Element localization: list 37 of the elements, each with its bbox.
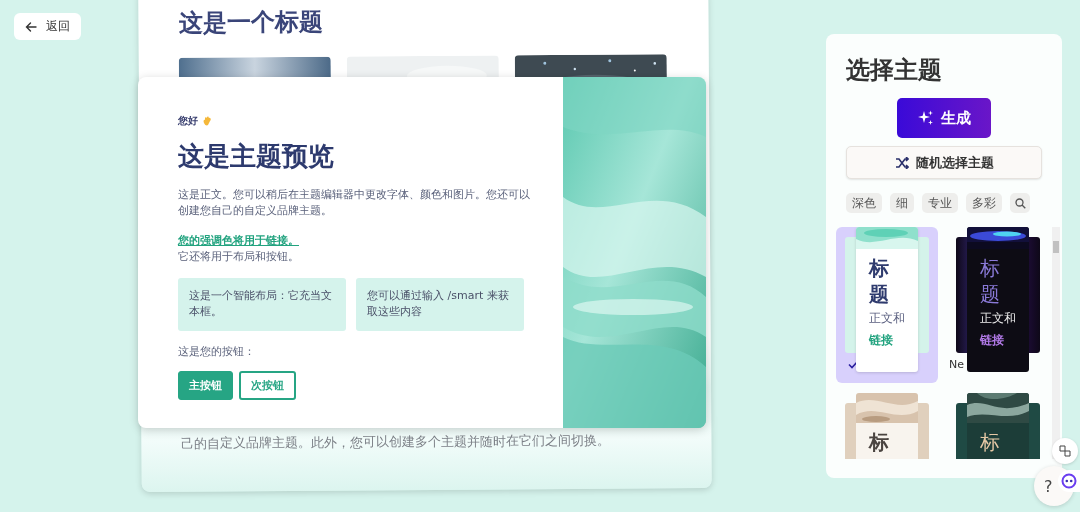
preview-note-text: 它还将用于布局和按钮。 <box>178 249 300 265</box>
back-button[interactable]: 返回 <box>14 13 81 40</box>
theme-name: Ne <box>949 357 964 371</box>
smart-layout-box: 您可以通过输入 /smart 来获取这些内容 <box>356 278 524 331</box>
sample-body-text: 正文和 链接 <box>980 310 1016 349</box>
search-icon <box>1014 197 1026 209</box>
sample-heading: 标题 <box>980 255 1000 307</box>
filter-chip[interactable]: 细 <box>890 193 914 213</box>
translate-button[interactable] <box>1052 438 1078 464</box>
filter-chip[interactable]: 深色 <box>846 193 882 213</box>
filter-chip[interactable]: 专业 <box>922 193 958 213</box>
slide-title: 这是一个标题 <box>178 6 324 38</box>
buttons-label: 这是您的按钮： <box>178 344 256 360</box>
arrow-left-icon <box>25 20 37 33</box>
sample-heading: 标题 <box>869 255 889 307</box>
sample-heading: 标 <box>869 429 889 455</box>
preview-title: 这是主题预览 <box>178 140 335 173</box>
search-button[interactable] <box>1010 193 1030 213</box>
filter-chip[interactable]: 多彩 <box>966 193 1002 213</box>
robot-face-icon <box>1061 473 1077 489</box>
smart-layout-box: 这是一个智能布局：它充当文本框。 <box>178 278 346 331</box>
assistant-button[interactable] <box>1058 470 1080 492</box>
sample-heading: 标 <box>980 429 1000 455</box>
generate-button[interactable]: 生成 <box>897 98 991 138</box>
translate-icon <box>1059 445 1071 457</box>
shuffle-icon <box>894 156 909 169</box>
scrollbar[interactable] <box>1052 227 1060 459</box>
scrollbar-thumb[interactable] <box>1053 241 1059 253</box>
preview-body-text: 这是正文。您可以稍后在主题编辑器中更改字体、颜色和图片。您还可以创建您自己的自定义品牌主题。 <box>178 187 531 219</box>
slide-body-text: 己的自定义品牌主题。此外，您可以创建多个主题并随时在它们之间切换。 <box>181 431 612 453</box>
theme-tile[interactable]: 标题 正文和 链接 <box>836 227 938 383</box>
greeting-text: 您好 <box>178 114 198 128</box>
waving-hand-icon <box>202 116 212 126</box>
sample-body-text: 正文和 链接 <box>869 310 905 349</box>
sparkle-icon <box>917 110 934 126</box>
random-theme-button[interactable]: 随机选择主题 <box>846 146 1042 179</box>
panel-title: 选择主题 <box>846 55 943 86</box>
